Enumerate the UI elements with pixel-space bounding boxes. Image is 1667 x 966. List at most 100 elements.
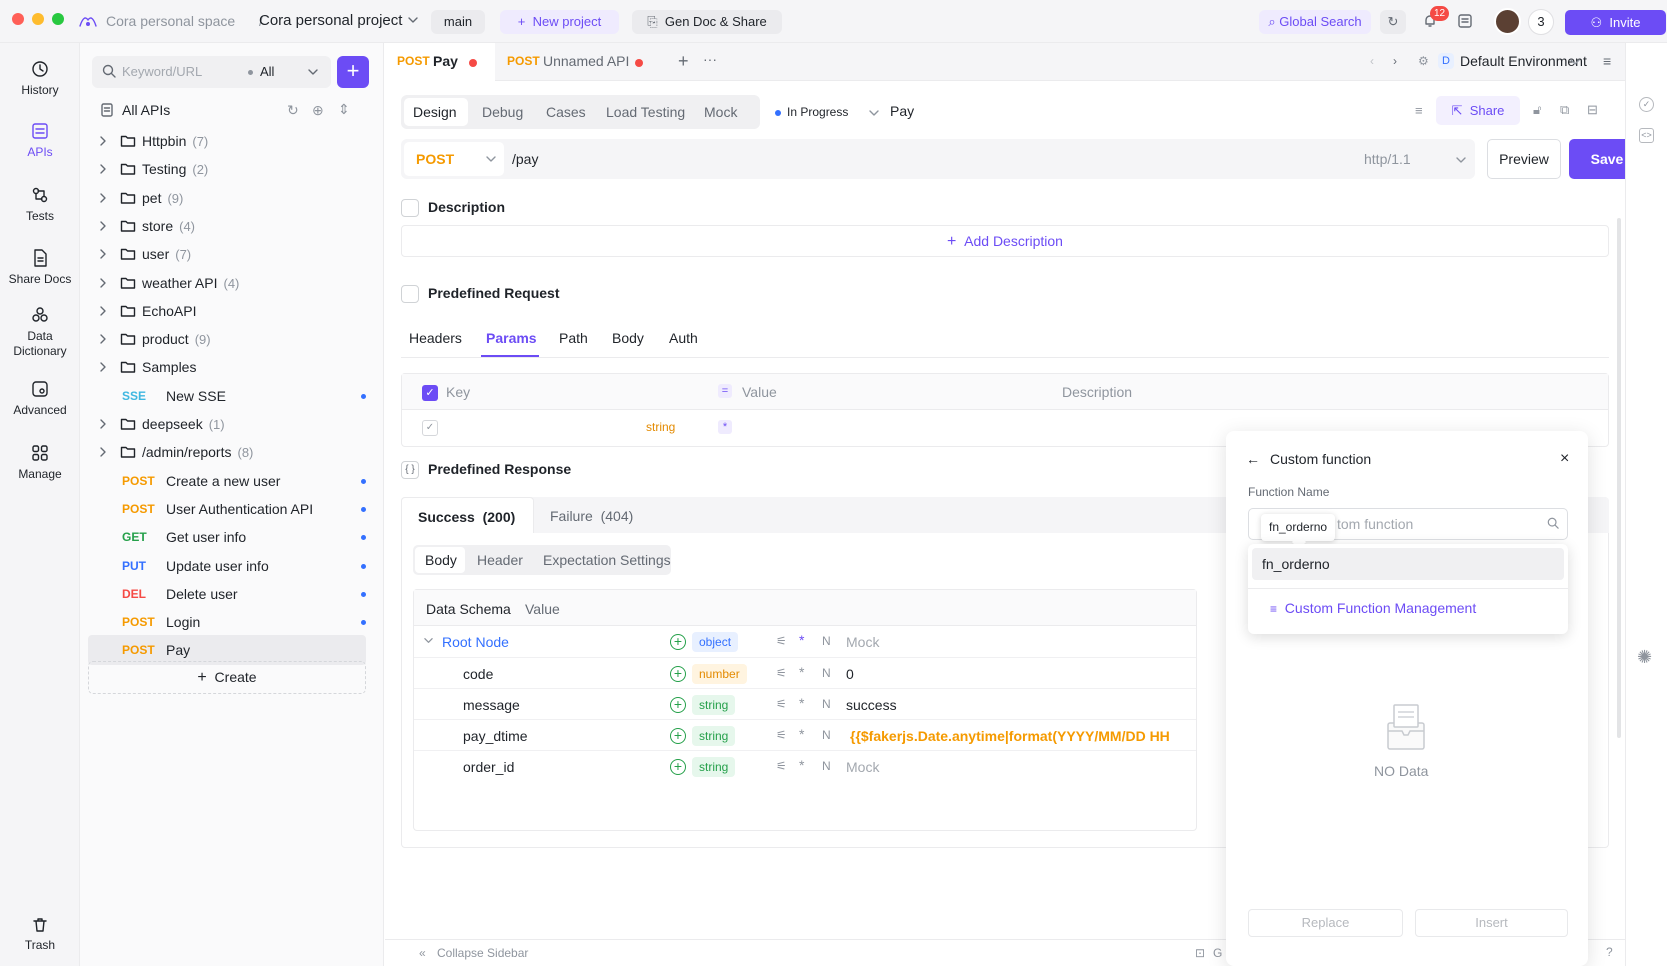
avatar[interactable] <box>1494 8 1521 35</box>
add-description-button[interactable]: + Add Description <box>401 225 1609 257</box>
add-child-icon[interactable]: + <box>670 759 686 775</box>
tab-path[interactable]: Path <box>559 330 588 346</box>
row-checkbox[interactable]: ✓ <box>422 420 438 436</box>
nullable-toggle[interactable]: N <box>822 728 831 742</box>
collapse-sidebar-label[interactable]: Collapse Sidebar <box>437 946 528 960</box>
type-tag[interactable]: string <box>692 695 736 715</box>
tab-design[interactable]: Design <box>413 104 457 120</box>
schema-row[interactable]: order_id + string ⚟ * N Mock <box>414 750 1196 781</box>
field-name[interactable]: pay_dtime <box>463 728 528 744</box>
new-tab-plus-icon[interactable]: + <box>678 51 689 72</box>
api-name-input[interactable]: Pay <box>890 103 914 119</box>
locate-icon[interactable]: ⊕ <box>312 102 324 119</box>
back-arrow-icon[interactable]: ← <box>1246 451 1260 467</box>
field-name[interactable]: message <box>463 697 520 713</box>
type-tag[interactable]: string <box>692 726 736 746</box>
chevron-right-icon[interactable] <box>98 334 108 344</box>
tab-load-testing[interactable]: Load Testing <box>606 104 685 120</box>
type-tag[interactable]: object <box>692 632 739 652</box>
search-input[interactable]: Keyword/URL <box>122 64 202 79</box>
nullable-toggle[interactable]: N <box>822 666 831 680</box>
required-icon[interactable]: * <box>718 420 732 434</box>
tree-api-item[interactable]: POST Login <box>88 607 366 637</box>
tree-folder[interactable]: weather API (4) <box>88 268 366 298</box>
gen-doc-button[interactable]: ⎘ Gen Doc & Share <box>632 10 782 34</box>
add-child-icon[interactable]: + <box>670 634 686 650</box>
environment-selector[interactable]: ⚙ D Default Environment <box>1418 50 1587 74</box>
add-child-icon[interactable]: + <box>670 666 686 682</box>
tree-folder[interactable]: pet (9) <box>88 183 366 213</box>
nullable-toggle[interactable]: N <box>822 634 831 648</box>
tree-api-item[interactable]: DEL Delete user <box>88 579 366 609</box>
tab-body[interactable]: Body <box>425 552 457 568</box>
tree-api-item[interactable]: POST User Authentication API <box>88 494 366 524</box>
tab-headers[interactable]: Headers <box>409 330 462 346</box>
settings-icon[interactable]: ⚟ <box>776 728 787 742</box>
required-toggle[interactable]: * <box>799 632 804 648</box>
invite-button[interactable]: ⚇ Invite <box>1565 10 1666 35</box>
scroll-right-icon[interactable]: › <box>1393 54 1397 68</box>
tab-data-schema[interactable]: Data Schema <box>426 601 511 617</box>
tab-body[interactable]: Body <box>612 330 644 346</box>
more-tabs-icon[interactable]: ··· <box>703 51 717 67</box>
chevron-down-icon[interactable] <box>424 636 433 645</box>
tree-folder[interactable]: Httpbin (7) <box>88 126 366 156</box>
tree-folder[interactable]: store (4) <box>88 211 366 241</box>
chevron-right-icon[interactable] <box>98 136 108 146</box>
add-api-button[interactable]: + <box>337 56 369 88</box>
tab-value[interactable]: Value <box>525 601 560 617</box>
settings-icon[interactable]: ⚟ <box>776 666 787 680</box>
chevron-down-icon[interactable] <box>308 67 318 77</box>
preview-button[interactable]: Preview <box>1487 139 1561 179</box>
tree-api-item[interactable]: SSE New SSE <box>88 381 366 411</box>
refresh-icon[interactable]: ↻ <box>287 102 299 119</box>
required-toggle[interactable]: * <box>799 695 804 711</box>
nav-tests[interactable]: Tests <box>0 185 80 224</box>
scroll-left-icon[interactable]: ‹ <box>1370 54 1374 68</box>
project-selector[interactable]: Cora personal project <box>259 12 402 29</box>
nav-apis[interactable]: APIs <box>0 121 80 160</box>
field-name[interactable]: order_id <box>463 759 514 775</box>
save-local-icon[interactable]: ⊟ <box>1587 102 1598 118</box>
maximize-window-button[interactable] <box>52 13 64 25</box>
dropdown-option[interactable]: fn_orderno <box>1252 548 1564 580</box>
tree-folder[interactable]: product (9) <box>88 324 366 354</box>
minimize-window-button[interactable] <box>32 13 44 25</box>
tree-folder[interactable]: Testing (2) <box>88 154 366 184</box>
nav-history[interactable]: History <box>0 59 80 98</box>
share-button[interactable]: ⇱ Share <box>1436 96 1520 125</box>
schema-row[interactable]: code + number ⚟ * N 0 <box>414 657 1196 688</box>
chevron-right-icon[interactable] <box>98 192 108 203</box>
close-window-button[interactable] <box>12 13 24 25</box>
tab-success[interactable]: Success (200) <box>401 497 534 533</box>
schema-row[interactable]: pay_dtime + string ⚟ * N {{$fakerjs.Date.anyti… <box>414 719 1196 750</box>
filter-select[interactable]: All <box>260 64 274 79</box>
add-child-icon[interactable]: + <box>670 697 686 713</box>
tab-expectation-settings[interactable]: Expectation Settings <box>543 552 671 568</box>
required-toggle[interactable]: * <box>799 664 804 680</box>
chevron-right-icon[interactable] <box>98 362 108 373</box>
ai-assistant-icon[interactable]: ✺ <box>1637 647 1652 668</box>
tab-mock[interactable]: Mock <box>704 104 737 120</box>
field-value[interactable]: Mock <box>846 759 879 775</box>
sidebar-search[interactable]: Keyword/URL All <box>92 56 331 88</box>
chevron-down-icon[interactable] <box>407 14 419 26</box>
chevron-right-icon[interactable] <box>98 277 108 288</box>
nav-manage[interactable]: Manage <box>0 443 80 482</box>
nullable-toggle[interactable]: N <box>822 759 831 773</box>
add-child-icon[interactable]: + <box>670 728 686 744</box>
protocol-select[interactable]: http/1.1 <box>1364 151 1411 167</box>
custom-function-management-link[interactable]: ≡ Custom Function Management <box>1270 600 1476 616</box>
field-value[interactable]: {{$fakerjs.Date.anytime|format(YYYY/MM/D… <box>850 728 1170 744</box>
tab-cases[interactable]: Cases <box>546 104 586 120</box>
tree-folder[interactable]: /admin/reports (8) <box>88 437 366 467</box>
api-tab-unnamed[interactable]: POST Unnamed API <box>495 43 657 81</box>
new-project-button[interactable]: + New project <box>500 10 619 34</box>
chevron-right-icon[interactable] <box>98 447 108 457</box>
check-icon[interactable]: ✓ <box>1639 97 1654 112</box>
tab-debug[interactable]: Debug <box>482 104 523 120</box>
chevron-right-icon[interactable] <box>98 221 108 231</box>
format-icon[interactable]: ≡ <box>1415 103 1423 118</box>
tab-params[interactable]: Params <box>486 330 537 346</box>
help-icon[interactable]: ? <box>1606 945 1613 959</box>
